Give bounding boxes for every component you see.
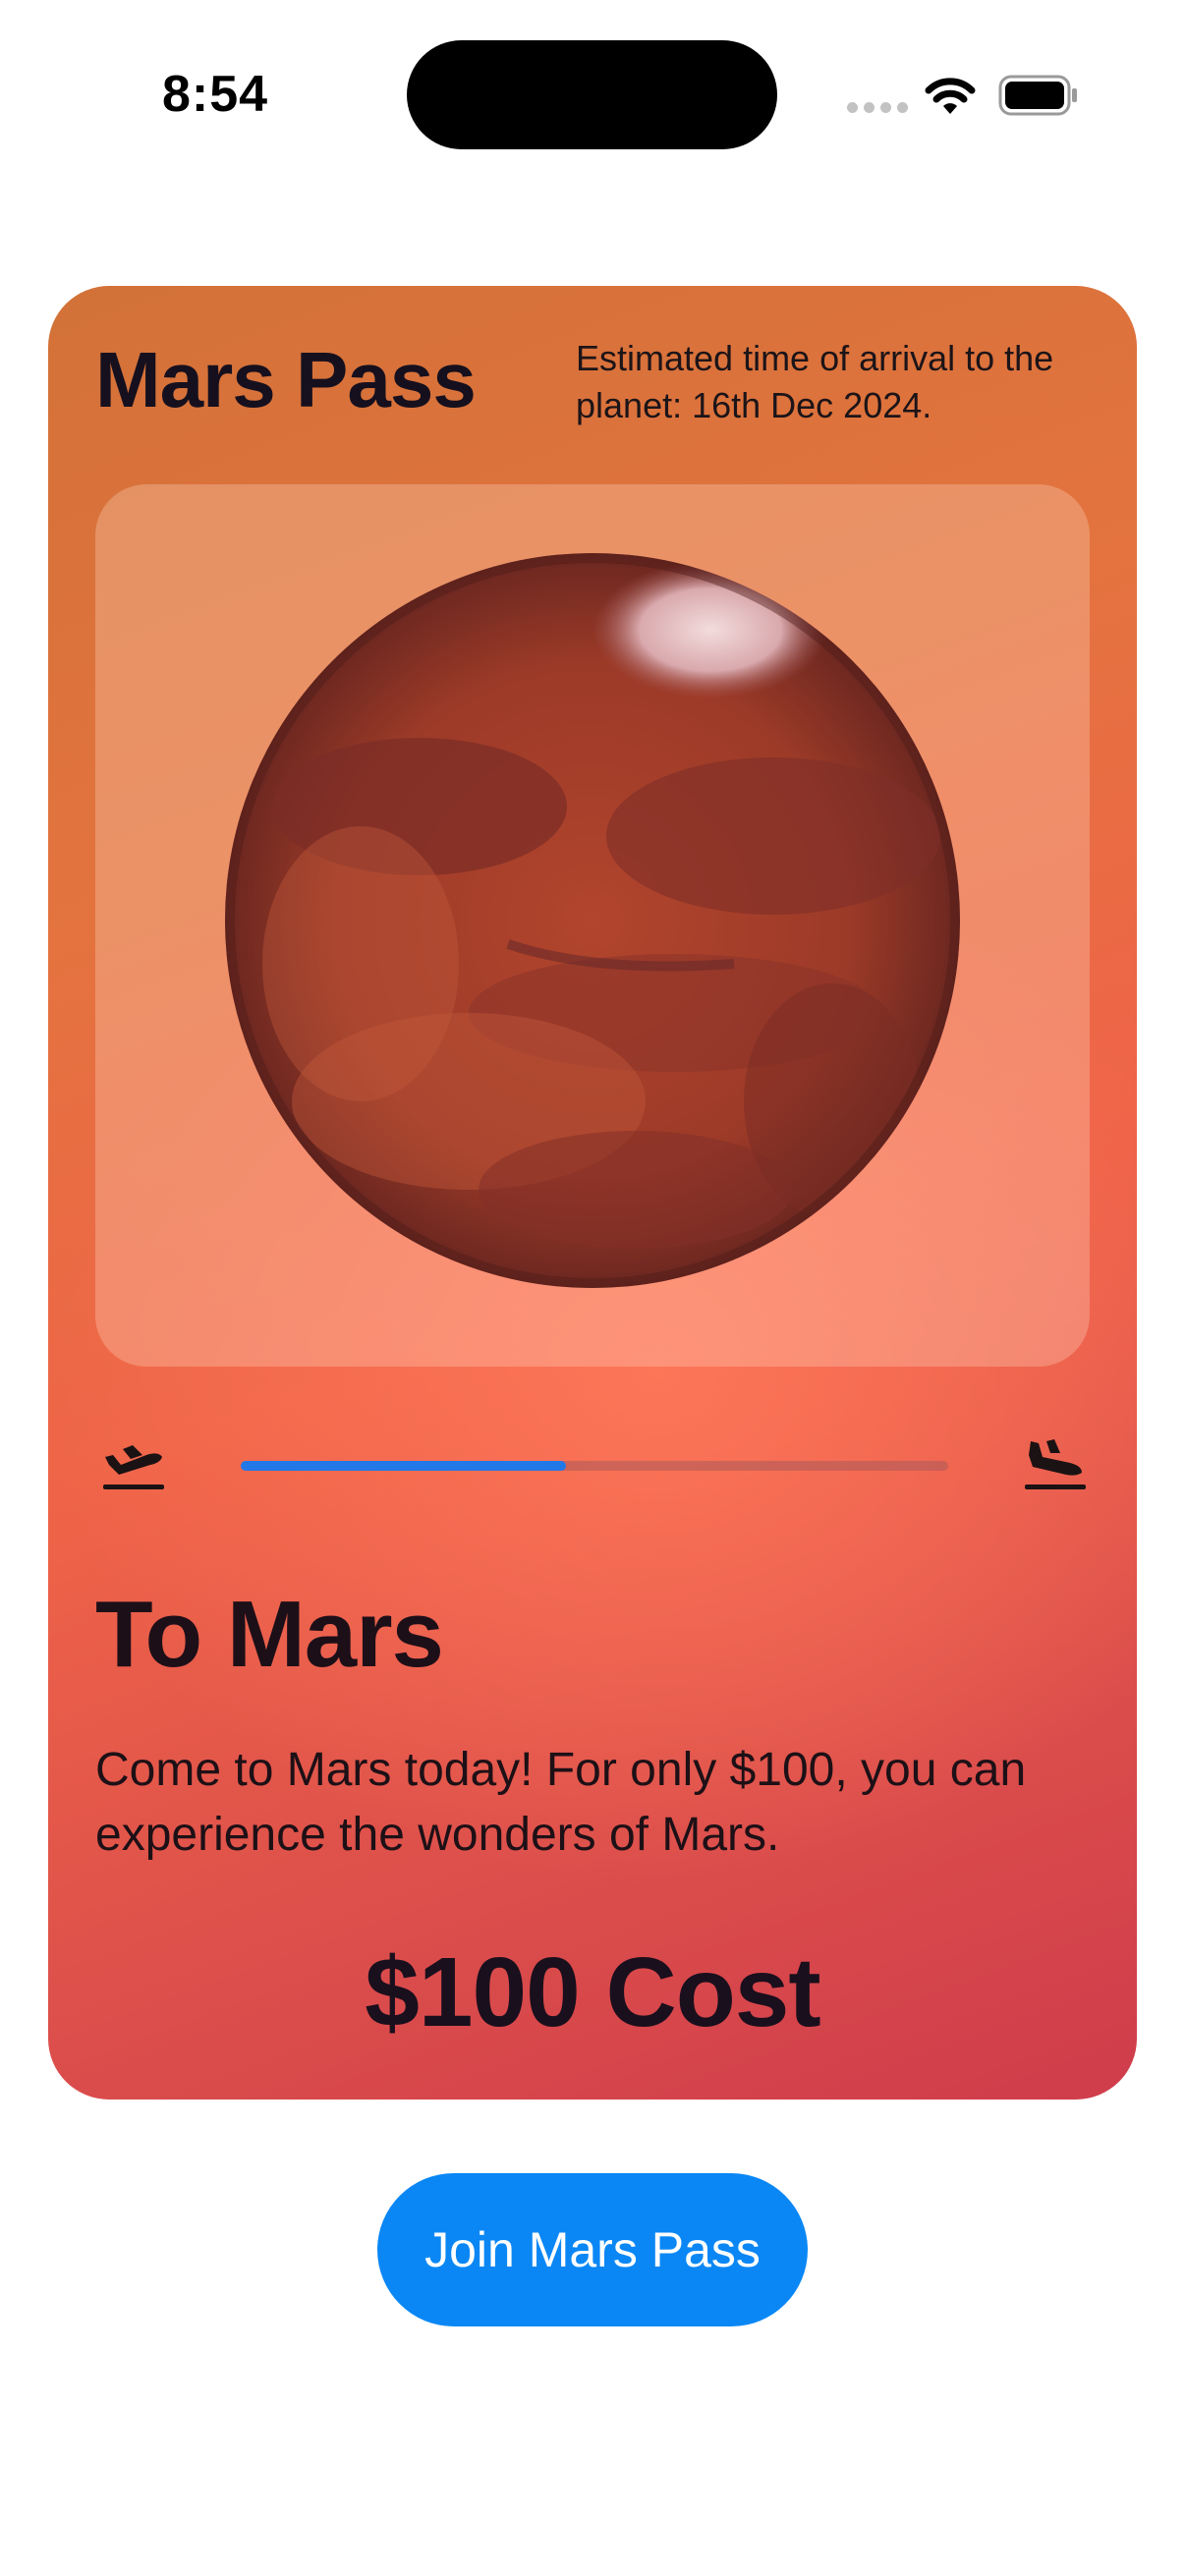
cellular-signal-icon [847, 102, 908, 113]
card-title: Mars Pass [95, 336, 477, 423]
airplane-departure-icon [103, 1445, 164, 1489]
battery-icon [998, 75, 1077, 116]
trip-progress-bar [241, 1461, 948, 1471]
cost-label: $100 Cost [365, 1937, 820, 2047]
trip-description: Come to Mars today! For only $100, you c… [95, 1744, 1027, 1861]
trip-progress-fill [241, 1461, 567, 1471]
wifi-icon [925, 78, 976, 114]
eta-text: Estimated time of arrival to the planet:… [576, 338, 1054, 425]
planet-image-container [95, 484, 1090, 1367]
join-mars-pass-button[interactable]: Join Mars Pass [377, 2173, 808, 2326]
status-time: 8:54 [162, 66, 269, 123]
airplane-arrival-icon [1025, 1439, 1086, 1489]
dynamic-island [407, 40, 777, 149]
mars-planet-image [225, 553, 960, 1288]
destination-title: To Mars [95, 1582, 444, 1687]
mars-pass-card: Mars Pass Estimated time of arrival to t… [48, 286, 1137, 2100]
